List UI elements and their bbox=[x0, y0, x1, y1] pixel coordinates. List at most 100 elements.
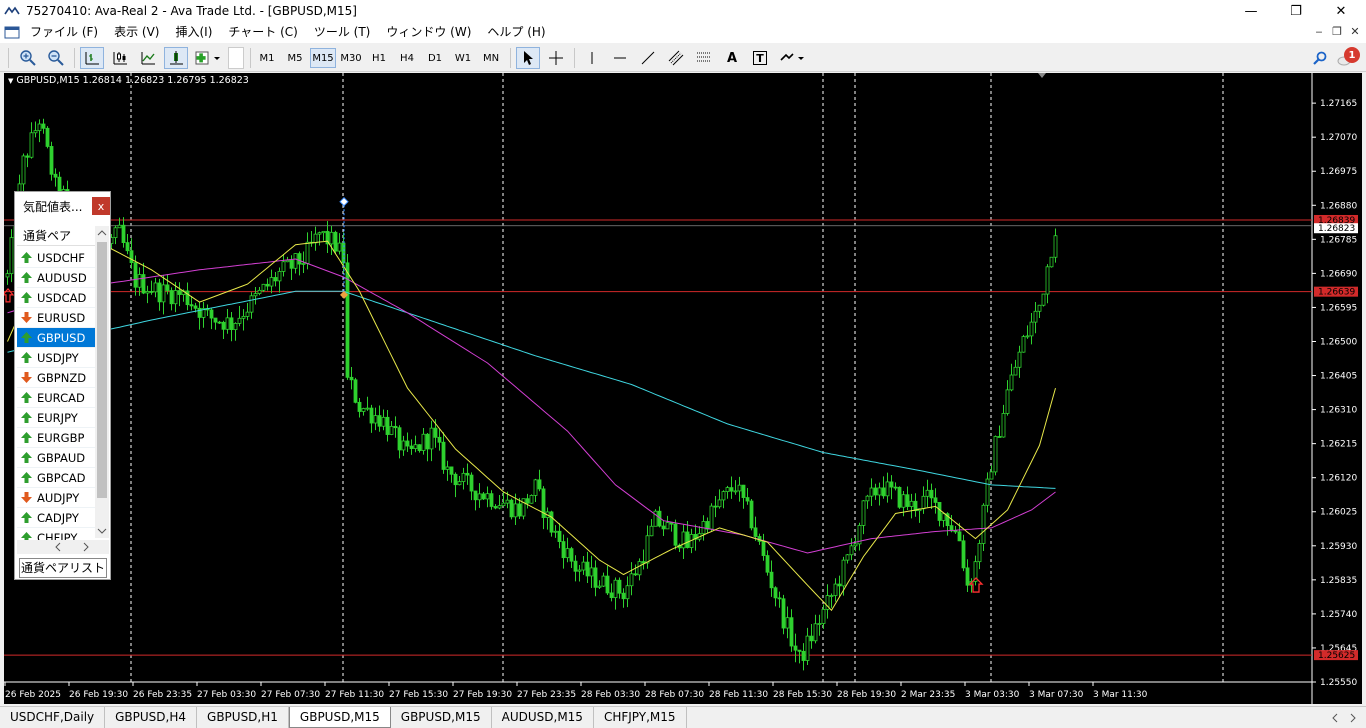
menu-help[interactable]: ヘルプ (H) bbox=[479, 22, 553, 43]
candle bbox=[189, 296, 194, 311]
horizontal-line-button[interactable] bbox=[608, 47, 632, 69]
equidistant-channel-button[interactable] bbox=[664, 47, 688, 69]
price-chart[interactable]: 1.27165 1.27070 1.26975 1.26880 1.26785 1.266… bbox=[4, 73, 1362, 704]
symbols-tab[interactable]: 通貨ペアリスト bbox=[19, 558, 107, 578]
menu-view[interactable]: 表示 (V) bbox=[106, 22, 167, 43]
fibonacci-button[interactable] bbox=[692, 47, 716, 69]
scroll-down-icon[interactable] bbox=[95, 524, 109, 538]
chart-tab[interactable]: GBPUSD,H1 bbox=[197, 707, 289, 728]
scroll-up-icon[interactable] bbox=[95, 226, 109, 240]
timeframe-m30[interactable]: M30 bbox=[338, 48, 364, 68]
symbol-row-gbpaud[interactable]: GBPAUD bbox=[17, 448, 95, 468]
column-header-symbol[interactable]: 通貨ペア bbox=[17, 226, 95, 246]
chart-tab[interactable]: GBPUSD,M15 bbox=[391, 707, 492, 728]
vertical-scrollbar[interactable] bbox=[95, 226, 109, 538]
mdi-minimize-button[interactable]: ‒ bbox=[1310, 25, 1328, 38]
timeframe-w1[interactable]: W1 bbox=[450, 48, 476, 68]
indicators-button[interactable] bbox=[192, 47, 224, 69]
timeframe-mn[interactable]: MN bbox=[478, 48, 504, 68]
candle bbox=[429, 420, 434, 462]
chart-tab[interactable]: GBPUSD,H4 bbox=[105, 707, 198, 728]
cursor-tool-button[interactable] bbox=[516, 47, 540, 69]
market-watch-titlebar[interactable]: 気配値表... x bbox=[15, 192, 110, 220]
menu-file[interactable]: ファイル (F) bbox=[22, 22, 106, 43]
symbol-row-eurcad[interactable]: EURCAD bbox=[17, 388, 95, 408]
chart-area[interactable]: ▼ GBPUSD,M15 1.26814 1.26823 1.26795 1.2… bbox=[4, 73, 1362, 704]
bar-chart-button[interactable] bbox=[80, 47, 104, 69]
symbol-row-eurusd[interactable]: EURUSD bbox=[17, 308, 95, 328]
market-watch-close-button[interactable]: x bbox=[92, 197, 110, 215]
price-tick-label: 1.26500 bbox=[1320, 337, 1357, 347]
search-button[interactable] bbox=[1308, 47, 1332, 69]
symbol-row-audusd[interactable]: AUDUSD bbox=[17, 268, 95, 288]
symbol-row-usdchf[interactable]: USDCHF bbox=[17, 248, 95, 268]
maximize-button[interactable]: ❐ bbox=[1273, 0, 1319, 22]
zoom-out-button[interactable] bbox=[44, 47, 68, 69]
symbol-list: USDCHF AUDUSD USDCAD EURUSD GBPUSD USDJPY GBPN… bbox=[17, 248, 95, 548]
template-button[interactable] bbox=[228, 47, 244, 69]
price-tick-label: 1.26785 bbox=[1320, 235, 1357, 245]
chart-window-icon[interactable] bbox=[4, 25, 20, 41]
mdi-close-button[interactable]: ✕ bbox=[1346, 25, 1364, 38]
minimize-button[interactable]: — bbox=[1228, 0, 1274, 22]
timeframe-d1[interactable]: D1 bbox=[422, 48, 448, 68]
candle bbox=[309, 230, 314, 247]
price-tick-label: 1.26880 bbox=[1320, 201, 1357, 211]
scroll-thumb[interactable] bbox=[97, 242, 107, 498]
timeframe-m5[interactable]: M5 bbox=[282, 48, 308, 68]
symbol-row-usdcad[interactable]: USDCAD bbox=[17, 288, 95, 308]
candle bbox=[609, 583, 614, 602]
timeframe-h4[interactable]: H4 bbox=[394, 48, 420, 68]
notifications-button[interactable]: 1 bbox=[1334, 47, 1362, 69]
chart-tab[interactable]: AUDUSD,M15 bbox=[492, 707, 594, 728]
menu-window[interactable]: ウィンドウ (W) bbox=[378, 22, 479, 43]
price-tick-label: 1.26595 bbox=[1320, 303, 1357, 313]
text-label-button[interactable]: T bbox=[748, 47, 772, 69]
chart-tab[interactable]: CHFJPY,M15 bbox=[594, 707, 687, 728]
candle bbox=[1033, 301, 1038, 334]
line-chart-button[interactable] bbox=[136, 47, 160, 69]
arrows-button[interactable] bbox=[776, 47, 808, 69]
symbol-row-gbpnzd[interactable]: GBPNZD bbox=[17, 368, 95, 388]
candle bbox=[121, 217, 126, 248]
auto-scroll-button[interactable] bbox=[164, 47, 188, 69]
timeframe-m1[interactable]: M1 bbox=[254, 48, 280, 68]
timeframe-m15[interactable]: M15 bbox=[310, 48, 336, 68]
symbol-row-cadjpy[interactable]: CADJPY bbox=[17, 508, 95, 528]
crosshair-button[interactable] bbox=[544, 47, 568, 69]
chart-tab[interactable]: USDCHF,Daily bbox=[0, 707, 106, 728]
time-tick-label: 28 Feb 03:30 bbox=[581, 690, 640, 700]
candlestick-chart-button[interactable] bbox=[108, 47, 132, 69]
tabs-scroll-right-icon[interactable] bbox=[1346, 711, 1360, 725]
symbol-row-eurgbp[interactable]: EURGBP bbox=[17, 428, 95, 448]
symbol-row-audjpy[interactable]: AUDJPY bbox=[17, 488, 95, 508]
symbol-row-eurjpy[interactable]: EURJPY bbox=[17, 408, 95, 428]
menu-insert[interactable]: 挿入(I) bbox=[167, 22, 220, 43]
tick-up-arrow-icon bbox=[21, 472, 32, 483]
candle bbox=[553, 525, 558, 538]
symbol-row-gbpcad[interactable]: GBPCAD bbox=[17, 468, 95, 488]
scroll-left-icon[interactable] bbox=[51, 540, 65, 554]
timeframe-h1[interactable]: H1 bbox=[366, 48, 392, 68]
mdi-restore-button[interactable]: ❐ bbox=[1328, 25, 1346, 38]
trendline-button[interactable] bbox=[636, 47, 660, 69]
vertical-line-button[interactable] bbox=[580, 47, 604, 69]
close-window-button[interactable]: ✕ bbox=[1318, 0, 1364, 22]
tick-up-arrow-icon bbox=[21, 332, 32, 343]
text-tool-button[interactable]: A bbox=[720, 47, 744, 69]
chart-tab[interactable]: GBPUSD,M15 bbox=[288, 707, 391, 728]
candle bbox=[237, 305, 242, 327]
candle bbox=[361, 407, 366, 416]
time-tick-label: 27 Feb 07:30 bbox=[261, 690, 320, 700]
chart-menu-triangle-icon[interactable]: ▼ bbox=[8, 77, 13, 85]
tabs-scroll-left-icon[interactable] bbox=[1328, 711, 1342, 725]
horizontal-line-icon bbox=[614, 57, 626, 59]
auto-scroll-icon bbox=[170, 51, 183, 65]
menu-tools[interactable]: ツール (T) bbox=[306, 22, 379, 43]
menu-chart[interactable]: チャート (C) bbox=[220, 22, 305, 43]
scroll-right-icon[interactable] bbox=[79, 540, 93, 554]
symbol-row-usdjpy[interactable]: USDJPY bbox=[17, 348, 95, 368]
symbol-row-gbpusd[interactable]: GBPUSD bbox=[17, 328, 95, 348]
horizontal-scrollbar[interactable] bbox=[17, 540, 109, 554]
zoom-in-button[interactable] bbox=[16, 47, 40, 69]
